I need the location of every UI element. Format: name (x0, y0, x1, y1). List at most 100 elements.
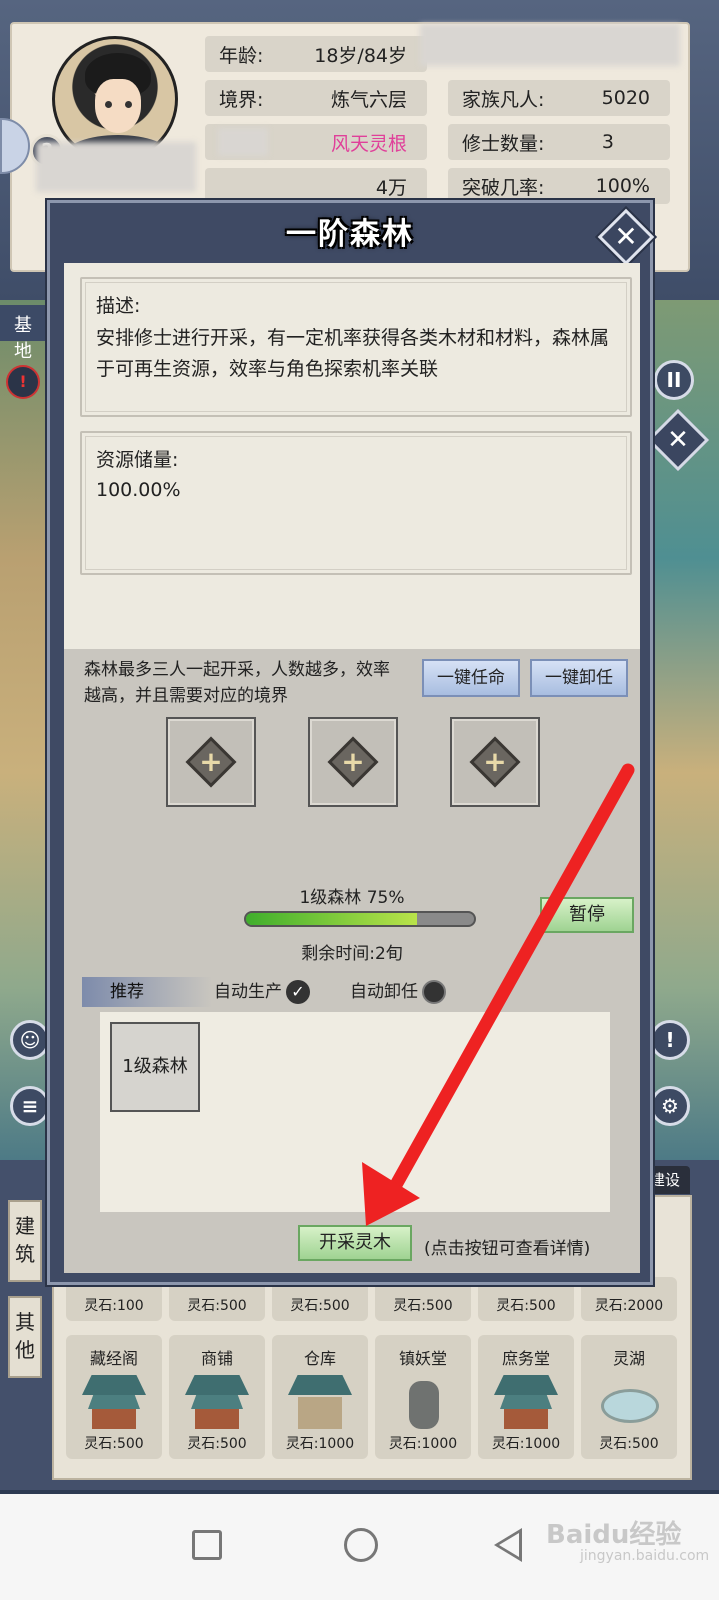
mining-hint: 森林最多三人一起开采，人数越多，效率越高，并且需要对应的境界 (84, 660, 390, 706)
building-cell-shop[interactable]: 商铺 灵石:500 (169, 1335, 265, 1459)
realm-value: 炼气六层 (330, 88, 407, 111)
tab-other[interactable]: 其他 (8, 1296, 42, 1378)
cultivators-value: 3 (601, 131, 614, 153)
breakthrough-stat: 突破几率: 100% (448, 168, 670, 204)
appoint-all-button[interactable]: 一键任命 (422, 659, 520, 697)
system-nav-bar: Baidu经验 jingyan.baidu.com (0, 1494, 719, 1600)
description-box: 描述: 安排修士进行开采，有一定机率获得各类木材和材料，森林属于可再生资源，效率… (80, 277, 632, 417)
spirit-stone-value: 4万 (375, 176, 407, 199)
building-cost: 灵石:1000 (388, 1436, 458, 1452)
cultivators-stat: 修士数量: 3 (448, 124, 670, 160)
close-icon: ✕ (614, 220, 638, 253)
warning-icon[interactable]: ! (6, 365, 40, 399)
mine-wood-button[interactable]: 开采灵木 (298, 1225, 412, 1261)
dialog-title: 一阶森林 (286, 217, 414, 252)
pause-button[interactable]: 暂停 (540, 897, 634, 933)
age-value: 18岁/84岁 (314, 44, 407, 67)
building-cost: 灵石:1000 (491, 1436, 561, 1452)
affairs-hall-icon (494, 1375, 558, 1431)
demon-hall-icon (391, 1375, 455, 1431)
home-icon[interactable] (344, 1528, 378, 1562)
worker-slot-2[interactable]: + (308, 717, 398, 807)
building-cost: 灵石:500 (599, 1436, 659, 1452)
toggle-off-icon[interactable] (422, 980, 446, 1004)
mine-hint: (点击按钮可查看详情) (424, 1239, 591, 1259)
building-cost: 灵石:1000 (285, 1436, 355, 1452)
building-cell-demon-hall[interactable]: 镇妖堂 灵石:1000 (375, 1335, 471, 1459)
dismiss-all-button[interactable]: 一键卸任 (530, 659, 628, 697)
building-name: 镇妖堂 (398, 1349, 447, 1368)
scroll-icon[interactable]: ≡ (10, 1086, 50, 1126)
progress-bar (244, 911, 476, 927)
recommend-list: 1级森林 (100, 1012, 610, 1212)
watermark-brand: Baidu经验 (546, 1520, 682, 1550)
recommend-tab[interactable]: 推荐 (82, 977, 212, 1007)
family-value: 5020 (601, 87, 650, 109)
building-cost: 灵石:500 (84, 1436, 144, 1452)
mining-work-area: 森林最多三人一起开采，人数越多，效率越高，并且需要对应的境界 一键任命 一键卸任… (64, 649, 640, 1273)
building-cell-library[interactable]: 藏经阁 灵石:500 (66, 1335, 162, 1459)
tab-build[interactable]: 建筑 (8, 1200, 42, 1282)
building-cost: 灵石:100 (84, 1298, 144, 1314)
worker-slot-3[interactable]: + (450, 717, 540, 807)
blurred-name (36, 142, 196, 192)
spirit-stone-stat: 4万 (205, 168, 427, 204)
recommend-item-forest[interactable]: 1级森林 (110, 1022, 200, 1112)
blurred-info (420, 24, 680, 66)
building-cell-spirit-lake[interactable]: 灵湖 灵石:500 (581, 1335, 677, 1459)
library-icon (82, 1375, 146, 1431)
building-cell-warehouse[interactable]: 仓库 灵石:1000 (272, 1335, 368, 1459)
reserve-box: 资源储量: 100.00% (80, 431, 632, 575)
spirit-lake-icon (597, 1375, 661, 1431)
building-cost: 灵石:500 (187, 1436, 247, 1452)
building-name: 仓库 (303, 1349, 336, 1368)
cultivators-label: 修士数量: (462, 132, 545, 155)
description-text: 安排修士进行开采，有一定机率获得各类木材和材料，森林属于可再生资源，效率与角色探… (96, 327, 610, 380)
forest-dialog: 一阶森林 ✕ 描述: 安排修士进行开采，有一定机率获得各类木材和材料，森林属于可… (47, 200, 655, 1285)
building-name: 灵湖 (612, 1349, 645, 1368)
building-cost: 灵石:500 (187, 1298, 247, 1314)
reserve-label: 资源储量: (96, 449, 179, 471)
building-cost: 灵石:500 (393, 1298, 453, 1314)
age-stat: 年龄: 18岁/84岁 (205, 36, 427, 72)
auto-produce-option[interactable]: 自动生产 ✓ (214, 979, 310, 1005)
remaining-time: 剩余时间:2旬 (301, 944, 403, 964)
settings-gear-icon[interactable]: ⚙ (650, 1086, 690, 1126)
character-icon[interactable]: ☺ (10, 1020, 50, 1060)
realm-label: 境界: (219, 88, 264, 111)
warehouse-icon (288, 1375, 352, 1431)
family-label: 家族凡人: (462, 88, 545, 111)
dialog-body: 描述: 安排修士进行开采，有一定机率获得各类木材和材料，森林属于可再生资源，效率… (64, 263, 640, 1273)
family-stat: 家族凡人: 5020 (448, 80, 670, 116)
building-cell-affairs-hall[interactable]: 庶务堂 灵石:1000 (478, 1335, 574, 1459)
pause-icon[interactable]: II (654, 360, 694, 400)
breakthrough-label: 突破几率: (462, 176, 545, 199)
breakthrough-value: 100% (595, 175, 650, 197)
add-icon: + (185, 736, 237, 788)
auto-produce-label: 自动生产 (214, 982, 282, 1002)
building-cost: 灵石:2000 (594, 1298, 664, 1314)
description-label: 描述: (96, 295, 141, 317)
checkmark-icon[interactable]: ✓ (286, 980, 310, 1004)
worker-slot-1[interactable]: + (166, 717, 256, 807)
add-icon: + (327, 736, 379, 788)
reserve-value: 100.00% (96, 479, 181, 501)
realm-stat: 境界: 炼气六层 (205, 80, 427, 116)
recommend-strip: 推荐 自动生产 ✓ 自动卸任 (82, 977, 622, 1009)
age-label: 年龄: (219, 44, 264, 67)
auto-dismiss-option[interactable]: 自动卸任 (350, 979, 446, 1005)
building-cost: 灵石:500 (496, 1298, 556, 1314)
back-icon[interactable] (494, 1528, 522, 1562)
progress-fill (246, 913, 417, 925)
building-cost: 灵石:500 (290, 1298, 350, 1314)
building-name: 商铺 (200, 1349, 233, 1368)
blurred-label (218, 128, 268, 156)
watermark-url: jingyan.baidu.com (580, 1548, 710, 1564)
add-icon: + (469, 736, 521, 788)
shop-icon (185, 1375, 249, 1431)
recent-apps-icon[interactable] (192, 1530, 222, 1560)
building-name: 藏经阁 (89, 1349, 138, 1368)
auto-dismiss-label: 自动卸任 (350, 982, 418, 1002)
spirit-root-value: 风天灵根 (330, 132, 407, 155)
alert-icon[interactable]: ! (650, 1020, 690, 1060)
